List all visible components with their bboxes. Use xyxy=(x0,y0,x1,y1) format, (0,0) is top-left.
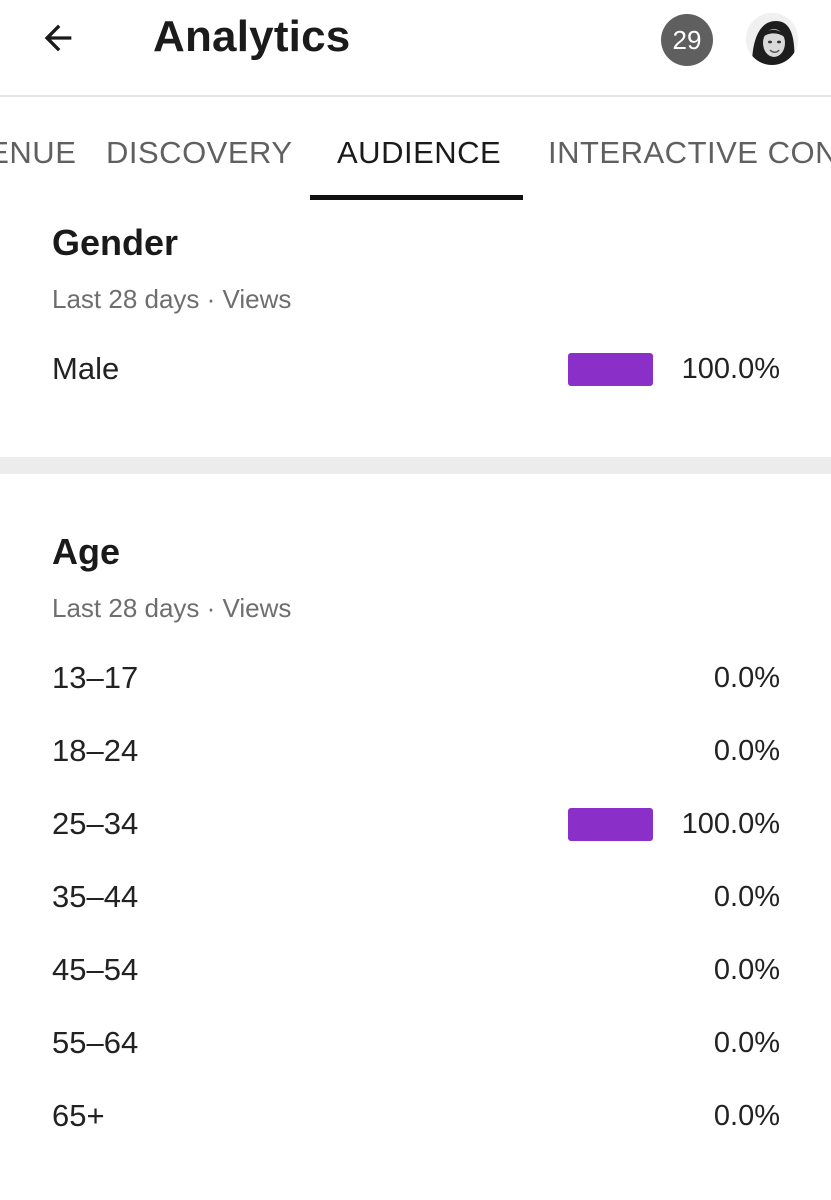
avatar-image xyxy=(746,13,798,65)
age-row-label: 65+ xyxy=(52,1098,105,1133)
age-row-value: 0.0% xyxy=(713,735,780,767)
age-row-label: 45–54 xyxy=(52,952,139,987)
age-subtitle: Last 28 days · Views xyxy=(52,593,292,623)
section-divider xyxy=(0,457,831,474)
age-row-label: 55–64 xyxy=(52,1025,139,1060)
gender-row-label: Male xyxy=(52,351,120,386)
age-row-value: 0.0% xyxy=(713,881,780,913)
age-row-value: 0.0% xyxy=(713,1100,780,1132)
age-row-label: 35–44 xyxy=(52,879,139,914)
age-title: Age xyxy=(52,531,121,572)
gender-subtitle: Last 28 days · Views xyxy=(52,284,292,314)
tab-active-indicator xyxy=(310,195,523,200)
tab-audience[interactable]: AUDIENCE xyxy=(337,135,501,171)
gender-row-bar xyxy=(568,353,653,386)
avatar[interactable] xyxy=(746,13,798,65)
page-title: Analytics xyxy=(153,12,351,61)
age-row-value: 100.0% xyxy=(681,808,780,840)
age-row-label: 18–24 xyxy=(52,733,139,768)
arrow-left-icon xyxy=(44,24,72,52)
age-row-label: 25–34 xyxy=(52,806,139,841)
tab-bar: REVENUE DISCOVERY AUDIENCE INTERACTIVE C… xyxy=(0,99,831,200)
age-row-value: 0.0% xyxy=(713,954,780,986)
gender-title: Gender xyxy=(52,222,179,263)
age-row-bar xyxy=(568,808,653,841)
age-row-value: 0.0% xyxy=(713,662,780,694)
gender-row-value: 100.0% xyxy=(681,353,780,385)
tab-discovery[interactable]: DISCOVERY xyxy=(106,135,293,171)
notification-badge[interactable]: 29 xyxy=(661,14,713,66)
age-row-label: 13–17 xyxy=(52,660,139,695)
age-row-value: 0.0% xyxy=(713,1027,780,1059)
back-button[interactable] xyxy=(34,14,82,62)
tab-interactive-content[interactable]: INTERACTIVE CONTENT xyxy=(548,135,831,171)
top-app-bar: Analytics 29 xyxy=(0,0,831,97)
tab-revenue[interactable]: REVENUE xyxy=(0,135,76,171)
